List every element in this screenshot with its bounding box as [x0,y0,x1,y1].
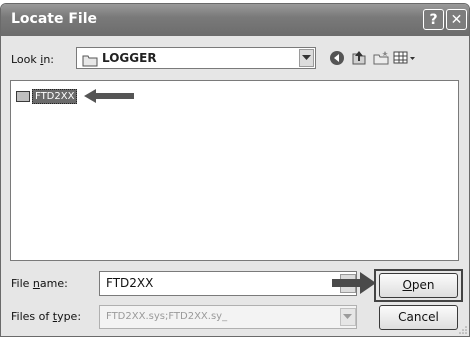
file-item[interactable]: FTD2XX [16,88,78,104]
dialog-title: Locate File [11,11,98,27]
file-item-name: FTD2XX [32,88,78,104]
file-icon [16,90,30,102]
files-of-type-label: Files of type: [11,310,82,323]
locate-file-dialog: Locate File ? ✕ Look in: LOGGER FTD2XX F… [0,3,470,337]
new-folder-icon[interactable] [371,48,391,68]
look-in-dropdown[interactable]: LOGGER [76,47,316,69]
look-in-dropdown-button[interactable] [299,49,314,67]
file-type-dropdown-button[interactable] [340,308,356,326]
resize-grip-icon[interactable] [459,326,467,334]
help-button[interactable]: ? [423,9,444,30]
views-menu-icon[interactable] [392,48,418,68]
chevron-down-icon [302,55,311,60]
look-in-label: Look in: [11,53,55,66]
close-button[interactable]: ✕ [446,9,467,30]
title-bar[interactable]: Locate File ? ✕ [1,4,469,36]
file-type-dropdown[interactable]: FTD2XX.sys;FTD2XX.sy_ [99,305,357,329]
file-list[interactable]: FTD2XX [10,80,459,261]
file-name-label: File name: [11,277,68,290]
pointer-arrow-icon [84,89,134,103]
pointer-arrow-icon [332,272,376,294]
folder-icon [82,52,98,71]
back-icon[interactable] [327,48,347,68]
open-button[interactable]: Open [379,273,458,298]
up-folder-icon[interactable] [349,48,369,68]
file-name-field[interactable]: FTD2XX [99,271,357,296]
chevron-down-icon [343,314,352,319]
cancel-button[interactable]: Cancel [379,305,458,330]
look-in-value: LOGGER [102,51,157,65]
